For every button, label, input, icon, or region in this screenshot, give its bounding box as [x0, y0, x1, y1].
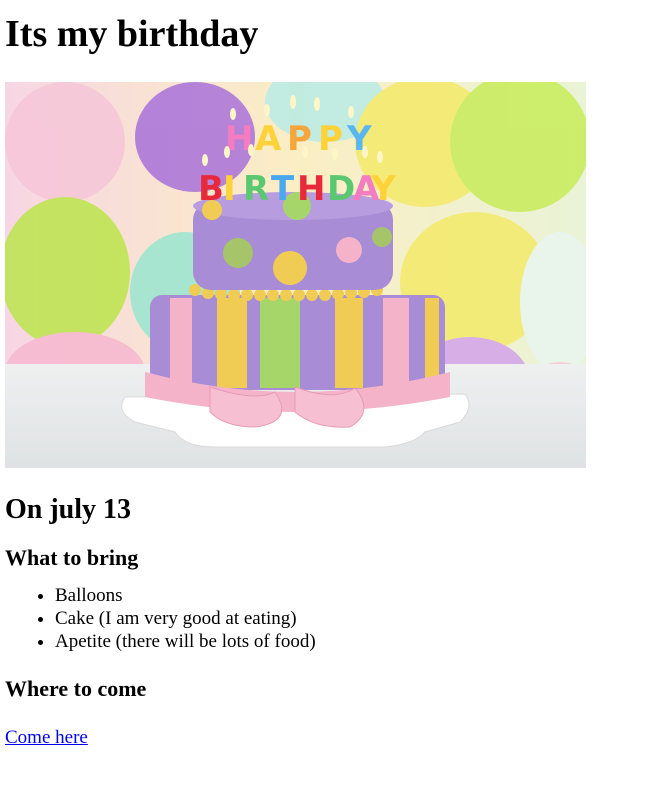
- date-heading: On july 13: [5, 494, 132, 525]
- svg-text:A: A: [255, 119, 282, 159]
- candles-birthday: B I R T H D A Y: [198, 169, 396, 209]
- svg-text:I: I: [223, 169, 236, 209]
- svg-text:H: H: [297, 169, 325, 209]
- svg-text:Y: Y: [346, 119, 372, 159]
- birthday-cake-image: H A P P Y B I R T H D A Y: [5, 82, 586, 468]
- page-title: Its my birthday: [5, 13, 259, 55]
- what-to-bring-heading: What to bring: [5, 545, 139, 570]
- come-here-link[interactable]: Come here: [5, 727, 88, 749]
- svg-text:R: R: [243, 169, 269, 209]
- bring-list: Balloons Cake (I am very good at eating)…: [5, 584, 661, 653]
- svg-text:P: P: [318, 119, 343, 159]
- svg-text:B: B: [198, 169, 224, 209]
- svg-text:Y: Y: [370, 169, 396, 209]
- page: Its my birthday H A P P Y B I R T H D A …: [0, 12, 666, 749]
- svg-text:P: P: [287, 119, 312, 159]
- list-item: Balloons: [55, 584, 661, 607]
- svg-text:D: D: [327, 169, 355, 209]
- svg-text:T: T: [271, 169, 295, 209]
- where-to-come-heading: Where to come: [5, 676, 147, 701]
- candles-happy: H A P P Y: [225, 119, 372, 159]
- list-item: Cake (I am very good at eating): [55, 607, 661, 630]
- list-item: Apetite (there will be lots of food): [55, 630, 661, 653]
